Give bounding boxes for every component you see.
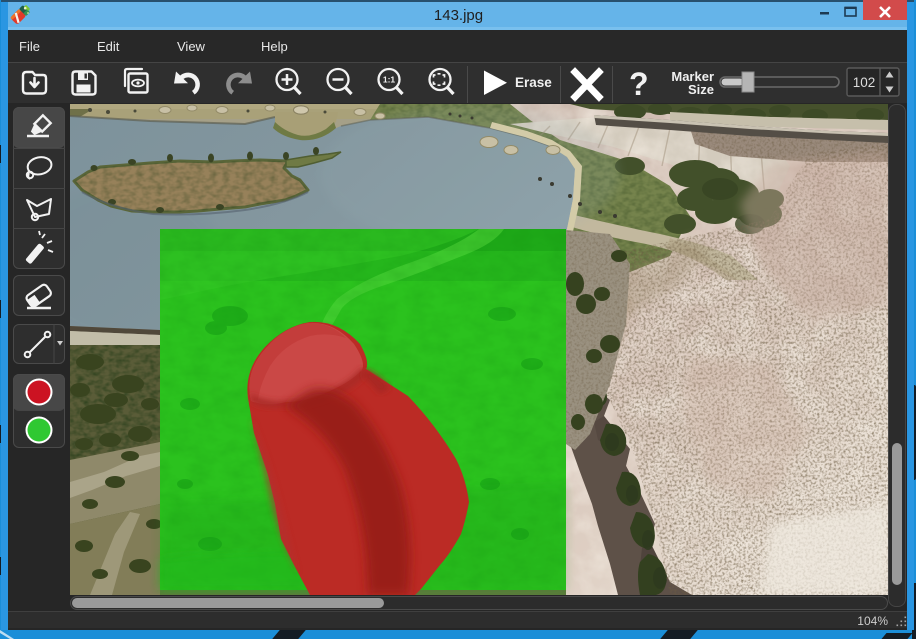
- svg-text:1:1: 1:1: [383, 75, 396, 85]
- svg-text:Erase: Erase: [515, 75, 552, 90]
- svg-text:Size: Size: [688, 82, 714, 97]
- svg-text:102: 102: [853, 75, 876, 90]
- svg-text:?: ?: [629, 66, 649, 102]
